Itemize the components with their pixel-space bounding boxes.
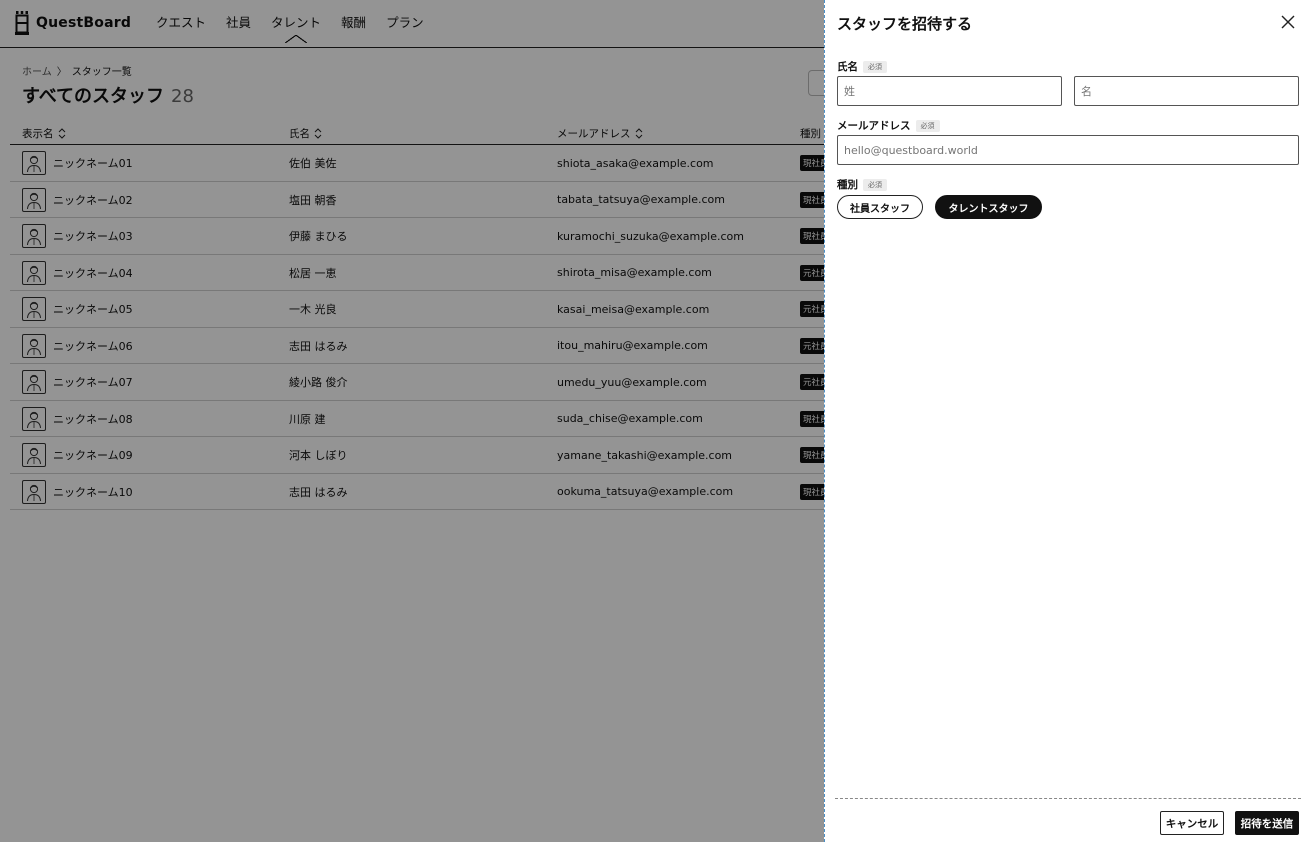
email-input[interactable]: [837, 135, 1299, 165]
required-badge: 必須: [915, 119, 940, 132]
footer-divider: [835, 798, 1301, 799]
drawer-title: スタッフを招待する: [837, 15, 973, 33]
type-option-talent[interactable]: タレントスタッフ: [935, 195, 1042, 219]
first-name-input[interactable]: [1074, 76, 1299, 106]
send-invite-button[interactable]: 招待を送信: [1235, 811, 1299, 835]
email-label-text: メールアドレス: [837, 120, 911, 132]
email-field-label: メールアドレス 必須: [837, 118, 940, 133]
invite-staff-drawer: スタッフを招待する 氏名 必須 メールアドレス 必須 種別 必須 社員スタッフ …: [824, 0, 1306, 842]
type-label-text: 種別: [837, 179, 858, 191]
type-option-employee[interactable]: 社員スタッフ: [837, 195, 923, 219]
type-field-label: 種別 必須: [837, 177, 887, 192]
last-name-input[interactable]: [837, 76, 1062, 106]
close-icon[interactable]: [1281, 15, 1295, 29]
name-label-text: 氏名: [837, 61, 858, 73]
required-badge: 必須: [863, 178, 887, 191]
name-field-label: 氏名 必須: [837, 59, 887, 74]
required-badge: 必須: [863, 60, 887, 73]
cancel-button[interactable]: キャンセル: [1160, 811, 1224, 835]
